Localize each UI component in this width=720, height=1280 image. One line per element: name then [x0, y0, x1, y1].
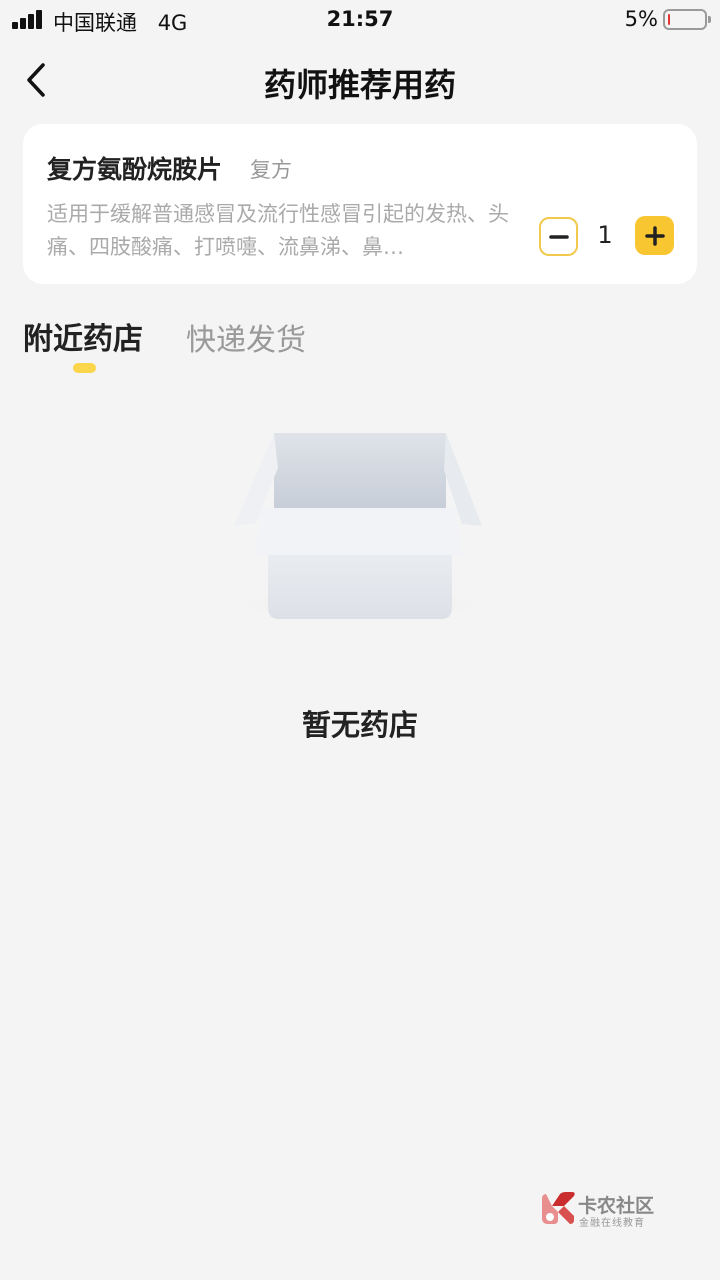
- quantity-value: 1: [597, 221, 613, 249]
- tab-nearby-pharmacy[interactable]: 附近药店: [23, 314, 143, 358]
- quantity-increase-button[interactable]: [635, 216, 674, 255]
- drug-tag: 复方: [250, 158, 292, 182]
- watermark-subtitle: 金融在线教育: [579, 1218, 645, 1229]
- battery-icon: [663, 9, 711, 30]
- empty-box-icon: [200, 420, 520, 640]
- battery-level: [668, 14, 670, 25]
- page-title: 药师推荐用药: [263, 66, 456, 104]
- active-tab-indicator: [73, 363, 96, 373]
- watermark: 卡农社区 金融在线教育: [540, 1190, 670, 1230]
- status-time: 21:57: [326, 7, 394, 31]
- drug-name: 复方氨酚烷胺片: [47, 155, 223, 184]
- plus-icon: [644, 225, 665, 246]
- quantity-decrease-button[interactable]: [539, 217, 578, 256]
- tab-express-delivery[interactable]: 快递发货: [186, 315, 306, 359]
- nav-bar: 药师推荐用药: [0, 44, 720, 118]
- battery-percent: 5%: [624, 7, 658, 31]
- empty-state-message: 暂无药店: [301, 708, 418, 742]
- minus-icon: [548, 234, 569, 239]
- kanong-logo-icon: [542, 1192, 575, 1224]
- drug-description: 适用于缓解普通感冒及流行性感冒引起的发热、头痛、四肢酸痛、打喷嚏、流鼻涕、鼻…: [47, 202, 509, 259]
- drug-card[interactable]: 复方氨酚烷胺片 复方 适用于缓解普通感冒及流行性感冒引起的发热、头痛、四肢酸痛、…: [23, 124, 697, 284]
- status-bar: 中国联通 4G 21:57 5%: [0, 0, 720, 40]
